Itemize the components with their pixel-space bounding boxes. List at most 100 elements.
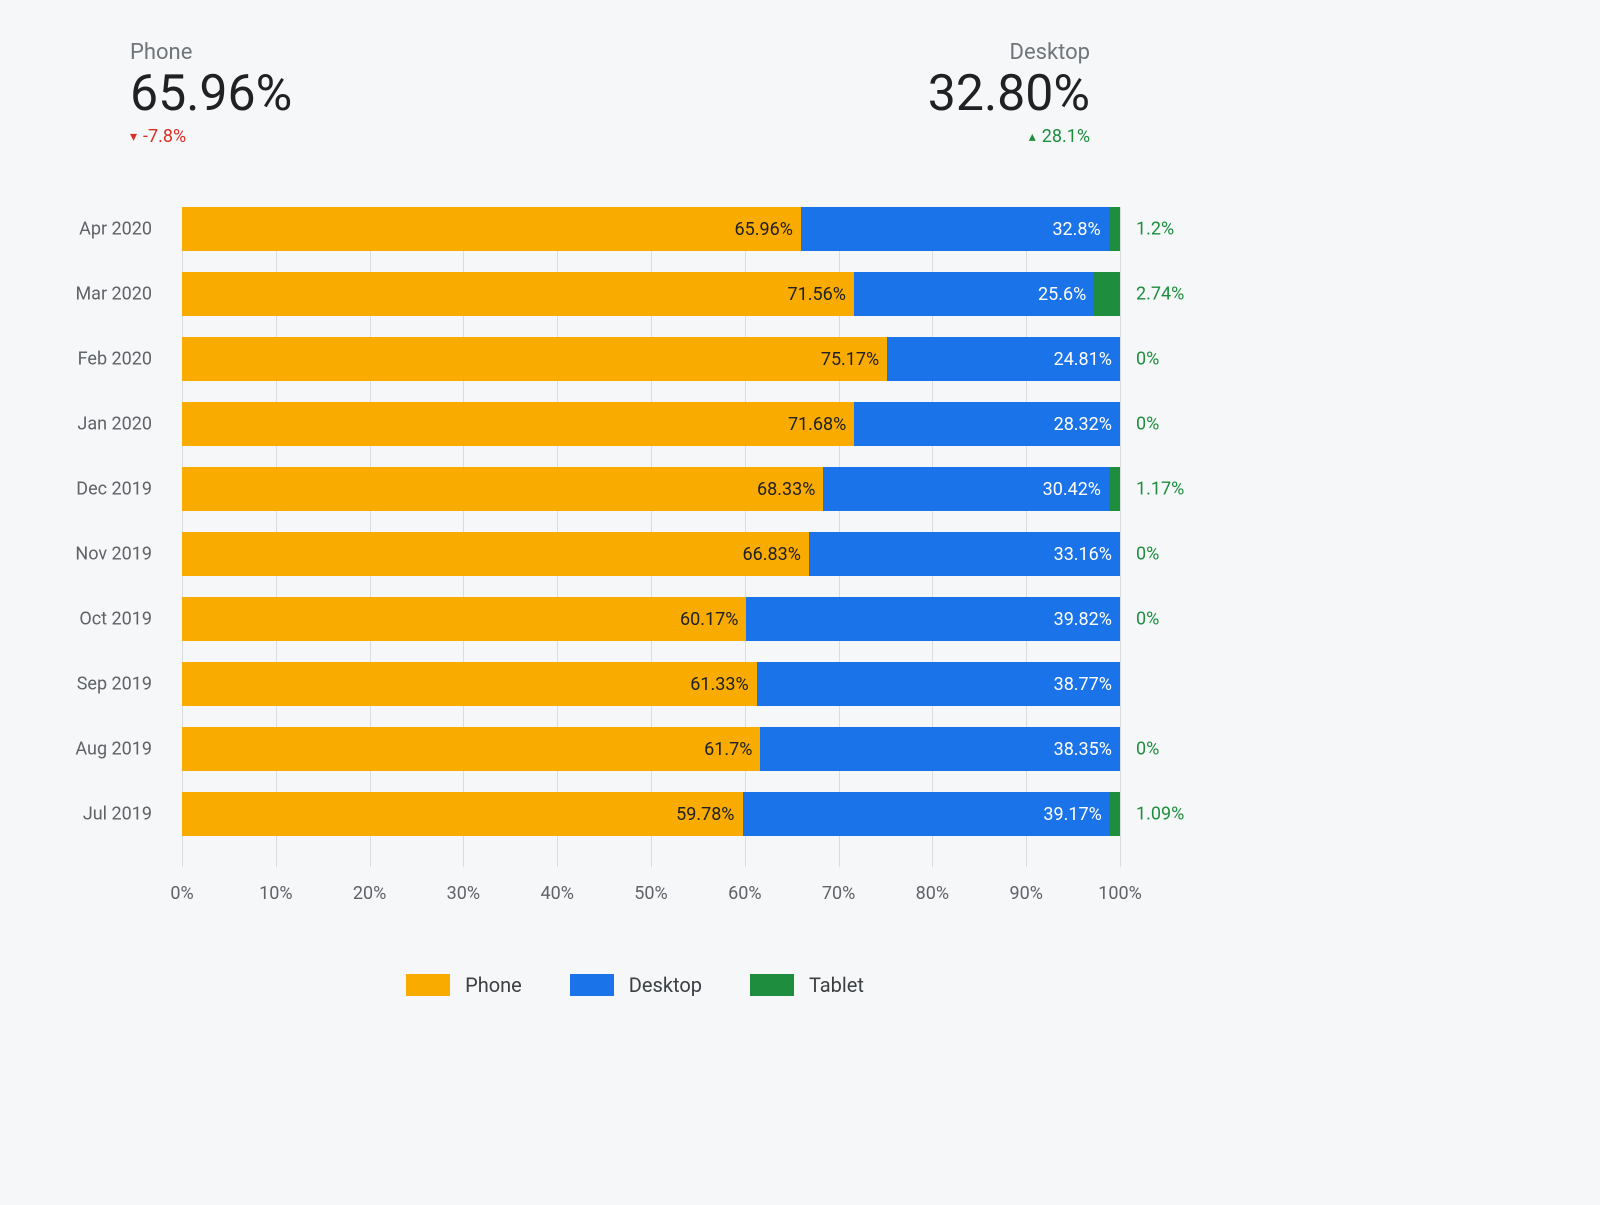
chart-row: Jul 201959.78%39.17%1.09% [182,792,1120,836]
stat-desktop: Desktop 32.80% ▴ 28.1% [928,40,1090,147]
legend-label-desktop: Desktop [629,973,702,997]
x-tick-label: 40% [540,883,573,904]
bar-segment-desktop: 28.32% [854,402,1120,446]
arrow-down-icon: ▾ [130,129,137,145]
stat-phone-value: 65.96% [130,67,292,122]
bar-segment-phone: 66.83% [182,532,809,576]
y-tick-label: Apr 2020 [79,219,152,240]
legend-label-tablet: Tablet [809,973,864,997]
y-tick-label: Oct 2019 [79,609,152,630]
bar-segment-tablet [1109,467,1120,511]
x-tick-label: 80% [916,883,949,904]
arrow-up-icon: ▴ [1029,129,1036,145]
bar-segment-desktop: 24.81% [887,337,1120,381]
bar-value-tablet: 0% [1136,609,1159,630]
bar-value-desktop: 39.82% [746,609,1120,630]
chart-rows: Apr 202065.96%32.8%1.2% Mar 202071.56%25.… [182,207,1120,861]
y-tick-label: Aug 2019 [75,739,152,760]
bar-value-phone: 71.68% [182,414,854,435]
chart-row: Apr 202065.96%32.8%1.2% [182,207,1120,251]
bar-segment-desktop: 39.17% [743,792,1110,836]
x-tick-label: 90% [1009,883,1042,904]
bar-value-tablet: 0% [1136,349,1159,370]
bar-segment-desktop: 39.82% [746,597,1120,641]
y-tick-label: Nov 2019 [75,544,152,565]
bar-segment-phone: 68.33% [182,467,823,511]
stat-desktop-label: Desktop [1010,40,1091,65]
bar-value-desktop: 28.32% [854,414,1120,435]
bar-segment-desktop: 25.6% [854,272,1094,316]
x-axis: 0%10%20%30%40%50%60%70%80%90%100% [182,883,1120,923]
x-tick-label: 30% [447,883,480,904]
bar-segment-desktop: 30.42% [823,467,1109,511]
bar-segment-phone: 71.68% [182,402,854,446]
chart-row: Oct 201960.17%39.82%0% [182,597,1120,641]
swatch-tablet [750,974,794,996]
bar-value-phone: 61.33% [182,674,757,695]
summary-stats: Phone 65.96% ▾ -7.8% Desktop 32.80% ▴ 28… [0,40,1270,147]
bar-value-desktop: 39.17% [743,804,1110,825]
y-tick-label: Mar 2020 [75,284,152,305]
stat-desktop-delta: ▴ 28.1% [1029,126,1090,147]
bar-value-phone: 75.17% [182,349,887,370]
x-tick-label: 10% [259,883,292,904]
bar-value-phone: 59.78% [182,804,743,825]
bar-value-desktop: 24.81% [887,349,1120,370]
bar-segment-phone: 61.33% [182,662,757,706]
y-tick-label: Jul 2019 [83,804,152,825]
bar-segment-phone: 61.7% [182,727,760,771]
legend-item-tablet: Tablet [750,973,864,997]
bar-value-desktop: 38.35% [760,739,1120,760]
chart-row: Jan 202071.68%28.32%0% [182,402,1120,446]
stat-phone-delta-text: -7.8% [143,126,186,147]
bar-value-tablet: 0% [1136,414,1159,435]
bar-value-desktop: 38.77% [757,674,1120,695]
bar-segment-tablet [1109,207,1120,251]
bar-segment-phone: 75.17% [182,337,887,381]
bar-value-desktop: 33.16% [809,544,1120,565]
bar-value-tablet: 1.17% [1136,479,1184,500]
stat-phone-label: Phone [130,40,292,65]
grid-line [1120,207,1121,867]
bar-value-desktop: 30.42% [823,479,1109,500]
stat-desktop-value: 32.80% [928,67,1090,122]
y-tick-label: Dec 2019 [76,479,152,500]
x-tick-label: 20% [353,883,386,904]
bar-value-desktop: 32.8% [801,219,1109,240]
bar-segment-phone: 60.17% [182,597,746,641]
bar-value-tablet: 0% [1136,544,1159,565]
bar-value-phone: 60.17% [182,609,746,630]
bar-value-phone: 65.96% [182,219,801,240]
bar-value-phone: 71.56% [182,284,854,305]
chart-row: Nov 201966.83%33.16%0% [182,532,1120,576]
legend: Phone Desktop Tablet [0,973,1270,997]
stat-phone-delta: ▾ -7.8% [130,126,292,147]
bar-value-tablet: 1.09% [1136,804,1184,825]
x-tick-label: 60% [728,883,761,904]
stacked-bar-chart: Apr 202065.96%32.8%1.2%Mar 202071.56%25.… [0,207,1270,923]
chart-row: Aug 201961.7%38.35%0% [182,727,1120,771]
swatch-phone [406,974,450,996]
chart-row: Mar 202071.56%25.6%2.74% [182,272,1120,316]
y-tick-label: Jan 2020 [77,414,152,435]
bar-segment-phone: 71.56% [182,272,854,316]
bar-value-tablet: 1.2% [1136,219,1174,240]
y-tick-label: Feb 2020 [78,349,152,370]
bar-segment-desktop: 33.16% [809,532,1120,576]
bar-value-phone: 66.83% [182,544,809,565]
bar-segment-phone: 65.96% [182,207,801,251]
bar-value-tablet: 2.74% [1136,284,1184,305]
x-tick-label: 70% [822,883,855,904]
bar-segment-desktop: 38.77% [757,662,1120,706]
legend-item-desktop: Desktop [570,973,702,997]
x-tick-label: 50% [634,883,667,904]
bar-segment-desktop: 32.8% [801,207,1109,251]
chart-row: Feb 202075.17%24.81%0% [182,337,1120,381]
chart-row: Dec 201968.33%30.42%1.17% [182,467,1120,511]
bar-value-tablet: 0% [1136,739,1159,760]
bar-segment-tablet [1110,792,1120,836]
bar-value-phone: 68.33% [182,479,823,500]
bar-segment-desktop: 38.35% [760,727,1120,771]
legend-label-phone: Phone [465,973,522,997]
bar-segment-tablet [1094,272,1120,316]
